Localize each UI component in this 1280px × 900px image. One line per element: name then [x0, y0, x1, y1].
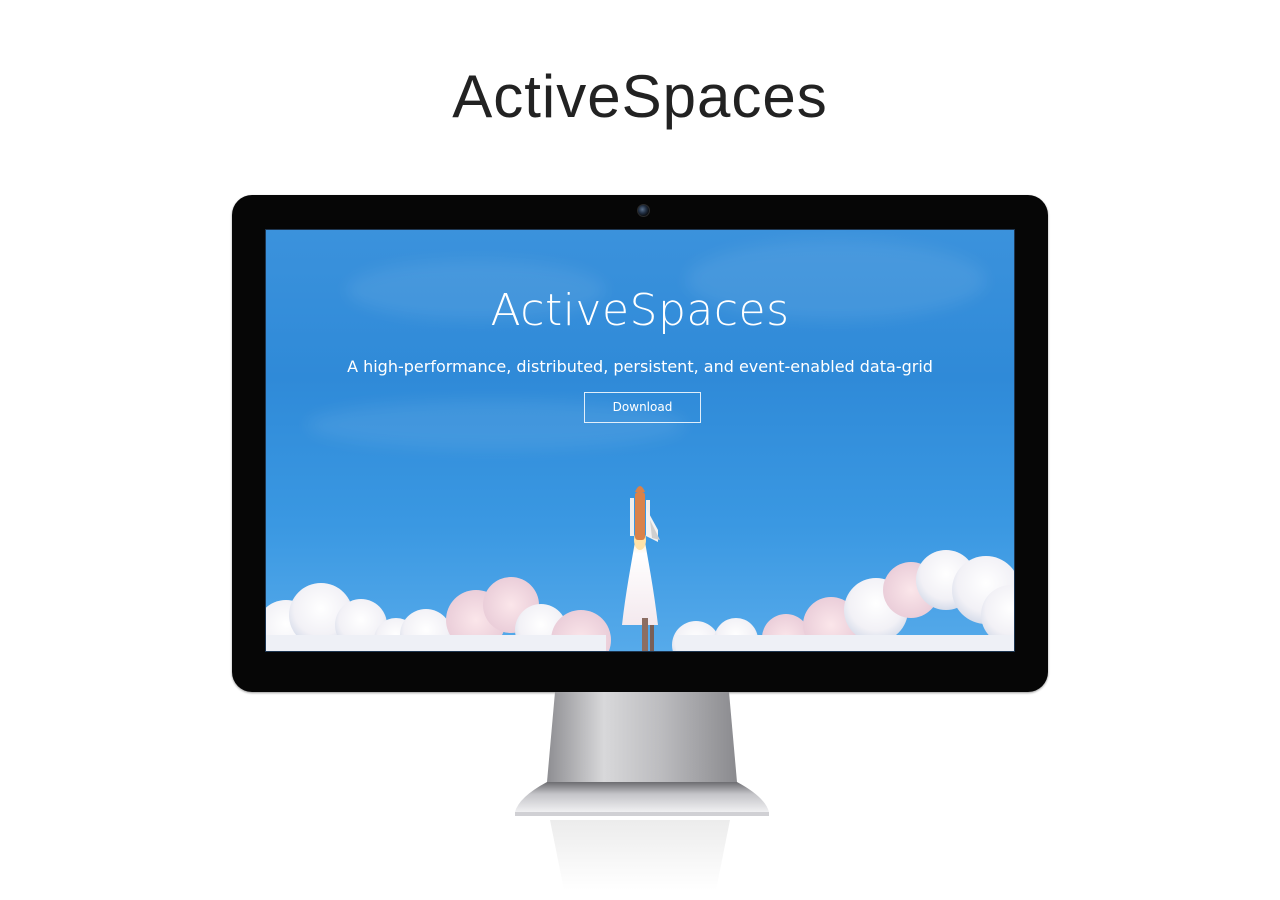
page-title: ActiveSpaces — [452, 63, 828, 130]
page: ActiveSpaces ActiveSpaces A high-perform… — [0, 0, 1280, 900]
hero-title: ActiveSpaces — [490, 285, 790, 336]
space-shuttle — [630, 486, 660, 542]
monitor-screen: ActiveSpaces A high-performance, distrib… — [265, 229, 1015, 652]
clouds-left — [266, 577, 611, 651]
webcam-icon — [637, 204, 650, 217]
exhaust-plume — [622, 530, 658, 625]
stand-reflection — [550, 820, 730, 890]
clouds-right — [672, 550, 1014, 651]
download-button[interactable]: Download — [584, 392, 701, 423]
hero-tagline: A high-performance, distributed, persist… — [347, 357, 933, 376]
monitor-stand — [515, 692, 769, 816]
